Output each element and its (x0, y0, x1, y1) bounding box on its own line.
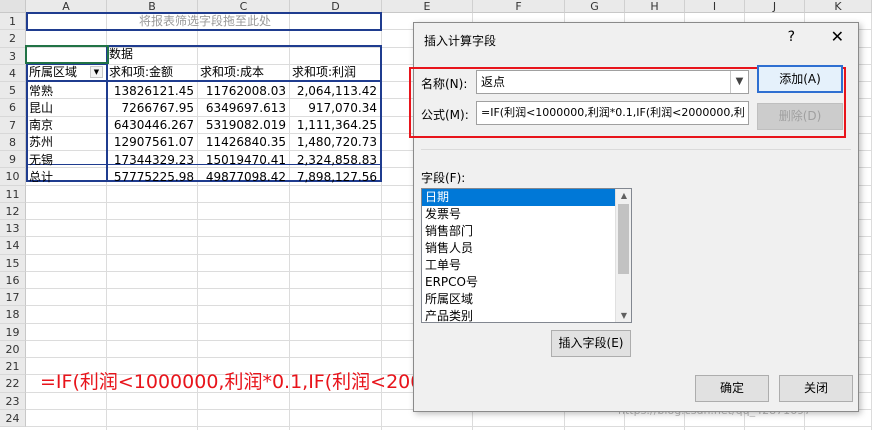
close-icon[interactable]: ✕ (831, 27, 844, 46)
fields-list[interactable]: 日期 发票号 销售部门 销售人员 工单号 ERPCO号 所属区域 产品类别 ▲ ▼ (421, 188, 632, 323)
chevron-down-icon[interactable]: ▼ (730, 71, 748, 93)
field-list-item[interactable]: 日期 (422, 189, 631, 206)
fields-label: 字段(F): (421, 171, 466, 185)
list-scrollbar[interactable]: ▲ ▼ (615, 189, 631, 322)
insert-field-button[interactable]: 插入字段(E) (551, 330, 631, 357)
add-button[interactable]: 添加(A) (757, 65, 843, 93)
close-button[interactable]: 关闭 (779, 375, 853, 402)
name-value: 返点 (481, 75, 506, 89)
field-list-item[interactable]: ERPCO号 (422, 274, 631, 291)
formula-field[interactable]: =IF(利润<1000000,利润*0.1,IF(利润<2000000,利 (476, 101, 749, 125)
field-list-item[interactable]: 发票号 (422, 206, 631, 223)
field-list-item[interactable]: 销售部门 (422, 223, 631, 240)
name-field[interactable]: 返点 ▼ (476, 70, 749, 94)
ok-button[interactable]: 确定 (695, 375, 769, 402)
scroll-up-icon[interactable]: ▲ (616, 191, 631, 200)
dialog-title: 插入计算字段 (424, 34, 497, 48)
field-list-item[interactable]: 工单号 (422, 257, 631, 274)
field-list-item[interactable]: 所属区域 (422, 291, 631, 308)
scroll-thumb[interactable] (618, 204, 629, 274)
delete-button[interactable]: 删除(D) (757, 103, 843, 130)
insert-calculated-field-dialog: 插入计算字段 ? ✕ 名称(N): 返点 ▼ 添加(A) 公式(M): =IF(… (409, 22, 859, 412)
field-list-item[interactable]: 销售人员 (422, 240, 631, 257)
field-list-item[interactable]: 产品类别 (422, 308, 631, 322)
help-button[interactable]: ? (788, 29, 795, 45)
name-label: 名称(N): (421, 77, 468, 91)
scroll-down-icon[interactable]: ▼ (616, 311, 631, 320)
formula-label: 公式(M): (421, 108, 469, 122)
